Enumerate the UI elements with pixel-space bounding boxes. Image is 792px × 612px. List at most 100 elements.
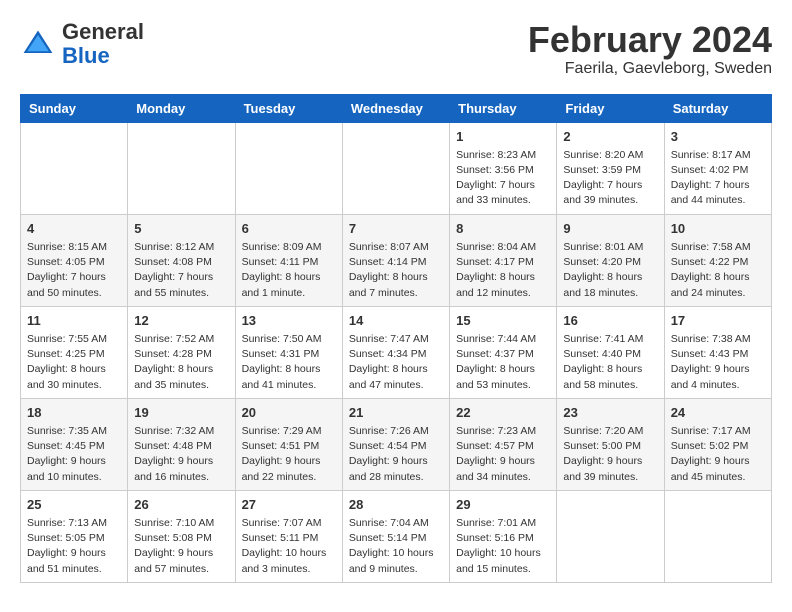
weekday-header-tuesday: Tuesday xyxy=(235,94,342,122)
day-number: 10 xyxy=(671,220,765,238)
weekday-header-saturday: Saturday xyxy=(664,94,771,122)
calendar-cell: 17Sunrise: 7:38 AM Sunset: 4:43 PM Dayli… xyxy=(664,306,771,398)
calendar-cell: 25 Sunrise: 7:13 AM Sunset: 5:05 PM Dayli… xyxy=(21,490,128,582)
day-number: 19 xyxy=(134,404,228,422)
day-info: Sunrise: 7:32 AM Sunset: 4:48 PM Dayligh… xyxy=(134,424,228,485)
calendar-cell: 27Sunrise: 7:07 AM Sunset: 5:11 PM Dayli… xyxy=(235,490,342,582)
calendar-cell xyxy=(664,490,771,582)
day-number: 13 xyxy=(242,312,336,330)
calendar-week-row: 1 Sunrise: 8:23 AM Sunset: 3:56 PM Daylig… xyxy=(21,122,772,214)
calendar-cell: 20 Sunrise: 7:29 AM Sunset: 4:51 PM Dayli… xyxy=(235,398,342,490)
calendar-cell: 11 Sunrise: 7:55 AM Sunset: 4:25 PM Dayli… xyxy=(21,306,128,398)
weekday-header-wednesday: Wednesday xyxy=(342,94,449,122)
day-info: Sunrise: 7:13 AM Sunset: 5:05 PM Dayligh… xyxy=(27,516,121,577)
calendar-cell: 14 Sunrise: 7:47 AM Sunset: 4:34 PM Dayli… xyxy=(342,306,449,398)
logo: General Blue xyxy=(20,20,144,68)
calendar-cell: 19 Sunrise: 7:32 AM Sunset: 4:48 PM Dayli… xyxy=(128,398,235,490)
day-number: 8 xyxy=(456,220,550,238)
day-number: 25 xyxy=(27,496,121,514)
calendar-cell: 7Sunrise: 8:07 AM Sunset: 4:14 PM Daylig… xyxy=(342,214,449,306)
day-number: 2 xyxy=(563,128,657,146)
page-header: General Blue February 2024 Faerila, Gaev… xyxy=(20,20,772,78)
calendar-cell: 13 Sunrise: 7:50 AM Sunset: 4:31 PM Dayli… xyxy=(235,306,342,398)
day-info: Sunrise: 7:47 AM Sunset: 4:34 PM Dayligh… xyxy=(349,332,443,393)
calendar-cell xyxy=(235,122,342,214)
calendar-week-row: 18 Sunrise: 7:35 AM Sunset: 4:45 PM Dayli… xyxy=(21,398,772,490)
weekday-header-sunday: Sunday xyxy=(21,94,128,122)
day-info: Sunrise: 7:35 AM Sunset: 4:45 PM Dayligh… xyxy=(27,424,121,485)
day-number: 14 xyxy=(349,312,443,330)
calendar-cell: 26 Sunrise: 7:10 AM Sunset: 5:08 PM Dayli… xyxy=(128,490,235,582)
day-info: Sunrise: 7:26 AM Sunset: 4:54 PM Dayligh… xyxy=(349,424,443,485)
calendar-cell: 15 Sunrise: 7:44 AM Sunset: 4:37 PM Dayli… xyxy=(450,306,557,398)
day-info: Sunrise: 7:29 AM Sunset: 4:51 PM Dayligh… xyxy=(242,424,336,485)
day-number: 12 xyxy=(134,312,228,330)
day-info: Sunrise: 7:23 AM Sunset: 4:57 PM Dayligh… xyxy=(456,424,550,485)
calendar-week-row: 25 Sunrise: 7:13 AM Sunset: 5:05 PM Dayli… xyxy=(21,490,772,582)
day-info: Sunrise: 7:50 AM Sunset: 4:31 PM Dayligh… xyxy=(242,332,336,393)
weekday-header-monday: Monday xyxy=(128,94,235,122)
day-number: 26 xyxy=(134,496,228,514)
day-info: Sunrise: 8:20 AM Sunset: 3:59 PM Dayligh… xyxy=(563,148,657,209)
calendar-cell: 2 Sunrise: 8:20 AM Sunset: 3:59 PM Daylig… xyxy=(557,122,664,214)
day-info: Sunrise: 7:01 AM Sunset: 5:16 PM Dayligh… xyxy=(456,516,550,577)
calendar-cell xyxy=(557,490,664,582)
day-number: 28 xyxy=(349,496,443,514)
day-info: Sunrise: 7:44 AM Sunset: 4:37 PM Dayligh… xyxy=(456,332,550,393)
day-info: Sunrise: 7:58 AM Sunset: 4:22 PM Dayligh… xyxy=(671,240,765,301)
day-info: Sunrise: 7:55 AM Sunset: 4:25 PM Dayligh… xyxy=(27,332,121,393)
day-number: 20 xyxy=(242,404,336,422)
day-info: Sunrise: 7:10 AM Sunset: 5:08 PM Dayligh… xyxy=(134,516,228,577)
day-number: 22 xyxy=(456,404,550,422)
calendar-cell: 29 Sunrise: 7:01 AM Sunset: 5:16 PM Dayli… xyxy=(450,490,557,582)
day-number: 6 xyxy=(242,220,336,238)
logo-text: General Blue xyxy=(62,20,144,68)
calendar-cell: 9Sunrise: 8:01 AM Sunset: 4:20 PM Daylig… xyxy=(557,214,664,306)
weekday-header-thursday: Thursday xyxy=(450,94,557,122)
day-number: 17 xyxy=(671,312,765,330)
calendar-cell: 22 Sunrise: 7:23 AM Sunset: 4:57 PM Dayli… xyxy=(450,398,557,490)
calendar-cell: 4Sunrise: 8:15 AM Sunset: 4:05 PM Daylig… xyxy=(21,214,128,306)
day-number: 3 xyxy=(671,128,765,146)
day-number: 5 xyxy=(134,220,228,238)
calendar-cell: 16Sunrise: 7:41 AM Sunset: 4:40 PM Dayli… xyxy=(557,306,664,398)
day-number: 1 xyxy=(456,128,550,146)
calendar-cell: 12 Sunrise: 7:52 AM Sunset: 4:28 PM Dayli… xyxy=(128,306,235,398)
logo-general: General xyxy=(62,19,144,44)
day-info: Sunrise: 8:15 AM Sunset: 4:05 PM Dayligh… xyxy=(27,240,121,301)
weekday-header-friday: Friday xyxy=(557,94,664,122)
day-info: Sunrise: 7:17 AM Sunset: 5:02 PM Dayligh… xyxy=(671,424,765,485)
day-number: 11 xyxy=(27,312,121,330)
day-info: Sunrise: 8:17 AM Sunset: 4:02 PM Dayligh… xyxy=(671,148,765,209)
calendar-table: SundayMondayTuesdayWednesdayThursdayFrid… xyxy=(20,94,772,583)
logo-blue: Blue xyxy=(62,43,110,68)
day-info: Sunrise: 8:12 AM Sunset: 4:08 PM Dayligh… xyxy=(134,240,228,301)
day-info: Sunrise: 8:04 AM Sunset: 4:17 PM Dayligh… xyxy=(456,240,550,301)
logo-icon xyxy=(20,26,56,62)
location: Faerila, Gaevleborg, Sweden xyxy=(528,60,772,78)
calendar-cell xyxy=(128,122,235,214)
day-number: 24 xyxy=(671,404,765,422)
calendar-cell: 23Sunrise: 7:20 AM Sunset: 5:00 PM Dayli… xyxy=(557,398,664,490)
calendar-week-row: 4Sunrise: 8:15 AM Sunset: 4:05 PM Daylig… xyxy=(21,214,772,306)
calendar-cell: 5 Sunrise: 8:12 AM Sunset: 4:08 PM Daylig… xyxy=(128,214,235,306)
day-number: 15 xyxy=(456,312,550,330)
day-info: Sunrise: 8:23 AM Sunset: 3:56 PM Dayligh… xyxy=(456,148,550,209)
calendar-cell: 3 Sunrise: 8:17 AM Sunset: 4:02 PM Daylig… xyxy=(664,122,771,214)
calendar-cell xyxy=(342,122,449,214)
day-number: 18 xyxy=(27,404,121,422)
calendar-cell: 1 Sunrise: 8:23 AM Sunset: 3:56 PM Daylig… xyxy=(450,122,557,214)
day-number: 21 xyxy=(349,404,443,422)
day-number: 7 xyxy=(349,220,443,238)
day-info: Sunrise: 7:52 AM Sunset: 4:28 PM Dayligh… xyxy=(134,332,228,393)
calendar-cell: 24 Sunrise: 7:17 AM Sunset: 5:02 PM Dayli… xyxy=(664,398,771,490)
calendar-cell: 28 Sunrise: 7:04 AM Sunset: 5:14 PM Dayli… xyxy=(342,490,449,582)
day-info: Sunrise: 7:04 AM Sunset: 5:14 PM Dayligh… xyxy=(349,516,443,577)
day-number: 27 xyxy=(242,496,336,514)
month-year: February 2024 xyxy=(528,20,772,60)
calendar-cell: 21 Sunrise: 7:26 AM Sunset: 4:54 PM Dayli… xyxy=(342,398,449,490)
calendar-week-row: 11 Sunrise: 7:55 AM Sunset: 4:25 PM Dayli… xyxy=(21,306,772,398)
day-number: 23 xyxy=(563,404,657,422)
calendar-cell: 6Sunrise: 8:09 AM Sunset: 4:11 PM Daylig… xyxy=(235,214,342,306)
day-number: 29 xyxy=(456,496,550,514)
